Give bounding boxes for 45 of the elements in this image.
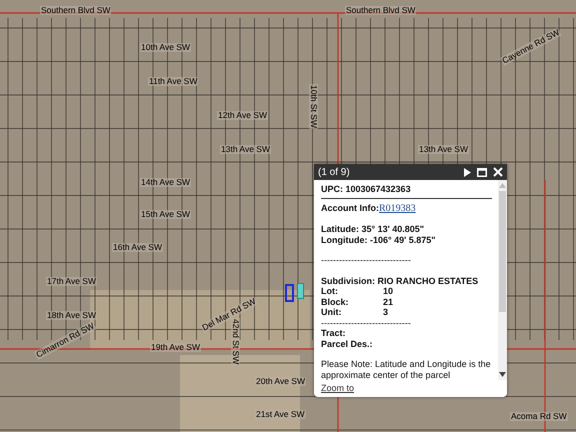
- zoom-to-link[interactable]: Zoom to: [314, 380, 507, 397]
- popup-text: Parcel Des.:: [321, 338, 374, 349]
- popup-text: UPC: 1003067432363: [321, 184, 412, 194]
- field-value: 21: [382, 296, 394, 307]
- parcel-outline: [285, 284, 294, 302]
- street-label: 10th Ave SW: [140, 43, 191, 52]
- close-icon[interactable]: [493, 167, 503, 177]
- scroll-down-icon[interactable]: [499, 372, 506, 377]
- account-link[interactable]: R019383: [379, 202, 416, 214]
- street-label: 42nd St SW: [232, 318, 240, 366]
- street-label: 17th Ave SW: [46, 277, 97, 286]
- field-label: Lot:: [321, 286, 339, 296]
- parcel-highlight: [297, 283, 304, 299]
- street-label: Southern Blvd SW: [345, 6, 416, 14]
- street-label: Acoma Rd SW: [510, 412, 568, 420]
- street-label: 16th Ave SW: [112, 243, 163, 252]
- scroll-thumb[interactable]: [499, 191, 506, 312]
- popup-text: Longitude: -106° 49' 5.875": [321, 234, 437, 245]
- field-label: Account Info:: [321, 202, 379, 212]
- street-label: 14th Ave SW: [140, 178, 191, 186]
- street-label: 21st Ave SW: [255, 410, 306, 418]
- popup-text: Latitude: 35° 13' 40.805": [321, 224, 426, 234]
- street-label: 13th Ave SW: [220, 145, 271, 154]
- next-icon[interactable]: [463, 168, 471, 176]
- scrollbar[interactable]: [498, 180, 507, 380]
- street-label: 20th Ave SW: [255, 377, 306, 386]
- street-label: 19th Ave SW: [150, 343, 201, 352]
- maximize-icon[interactable]: [477, 168, 487, 176]
- popup-text: Please Note: Latitude and Longitude is the approximate center of the parcel: [321, 359, 492, 380]
- street-label: 12th Ave SW: [217, 111, 268, 120]
- popup-title: (1 of 9): [318, 166, 351, 178]
- street-label: 18th Ave SW: [46, 311, 97, 320]
- popup-text: Subdivision: RIO RANCHO ESTATES: [321, 276, 480, 286]
- popup-text: ------------------------------: [321, 255, 412, 266]
- street-label: Southern Blvd SW: [40, 6, 112, 14]
- field-value: 3: [382, 307, 390, 318]
- field-value: 10: [382, 286, 394, 296]
- street-label: 10th St SW: [310, 84, 318, 129]
- popup-text: ------------------------------: [321, 318, 412, 328]
- field-label: Block:: [321, 296, 350, 307]
- street-label: 13th Ave SW: [418, 145, 469, 154]
- field-label: Unit:: [321, 307, 342, 318]
- street-label: 11th Ave SW: [148, 77, 198, 86]
- popup-text: Tract:: [321, 328, 347, 338]
- street-label: 15th Ave SW: [140, 210, 191, 218]
